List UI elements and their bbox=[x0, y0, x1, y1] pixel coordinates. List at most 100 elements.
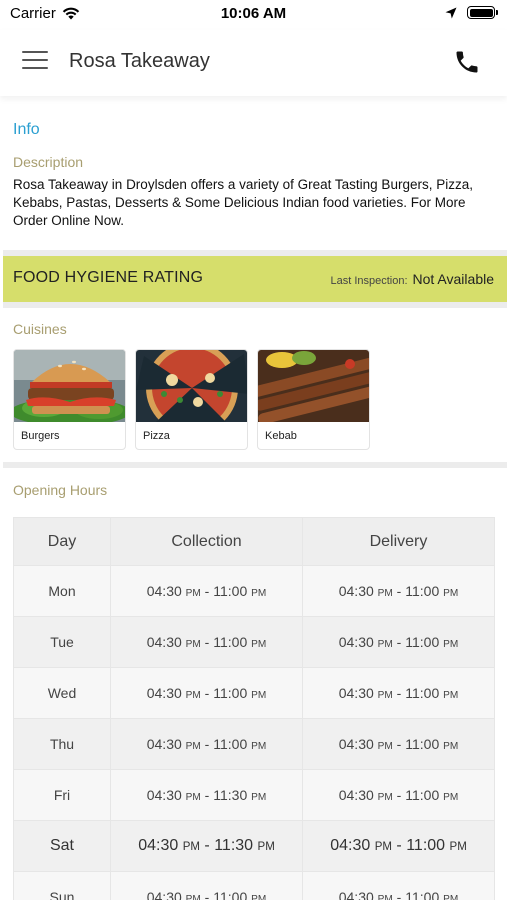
close-time: 11:30 bbox=[213, 787, 248, 803]
time-separator: - bbox=[200, 736, 214, 752]
table-header-row: Day Collection Delivery bbox=[13, 517, 495, 566]
collection-hours-cell: 04:30 PM - 11:30 PM bbox=[110, 769, 303, 821]
close-ampm: PM bbox=[251, 588, 267, 599]
table-row: Sat 04:30 PM - 11:30 PM 04:30 PM - 11:00 P… bbox=[13, 820, 495, 872]
open-time: 04:30 bbox=[338, 787, 374, 803]
time-separator: - bbox=[392, 634, 406, 650]
day-cell: Tue bbox=[13, 616, 111, 668]
open-ampm: PM bbox=[377, 690, 393, 701]
open-ampm: PM bbox=[377, 741, 393, 752]
open-ampm: PM bbox=[185, 792, 201, 803]
close-ampm: PM bbox=[443, 588, 459, 599]
close-ampm: PM bbox=[443, 792, 459, 803]
description-label: Description bbox=[13, 154, 84, 170]
open-time: 04:30 bbox=[338, 634, 374, 650]
open-time: 04:30 bbox=[146, 889, 182, 900]
time-separator: - bbox=[199, 837, 215, 854]
open-ampm: PM bbox=[185, 588, 201, 599]
opening-hours-label: Opening Hours bbox=[13, 482, 108, 498]
open-ampm: PM bbox=[185, 639, 201, 650]
open-ampm: PM bbox=[377, 588, 393, 599]
phone-icon[interactable] bbox=[453, 48, 481, 76]
section-divider bbox=[3, 462, 507, 468]
close-ampm: PM bbox=[443, 894, 459, 900]
open-ampm: PM bbox=[377, 894, 393, 900]
open-time: 04:30 bbox=[138, 837, 179, 854]
open-time: 04:30 bbox=[146, 787, 182, 803]
open-time: 04:30 bbox=[146, 736, 182, 752]
close-time: 11:00 bbox=[213, 685, 248, 701]
close-time: 11:00 bbox=[405, 787, 440, 803]
close-time: 11:00 bbox=[405, 736, 440, 752]
time-separator: - bbox=[200, 787, 214, 803]
battery-icon bbox=[467, 6, 498, 19]
cuisine-card-pizza[interactable]: Pizza bbox=[135, 349, 248, 450]
page-title: Rosa Takeaway bbox=[69, 50, 210, 72]
last-inspection-label: Last Inspection: bbox=[330, 275, 408, 287]
open-ampm: PM bbox=[185, 741, 201, 752]
cuisine-card-kebab[interactable]: Kebab bbox=[257, 349, 370, 450]
day-cell: Sat bbox=[13, 820, 111, 872]
open-ampm: PM bbox=[182, 841, 200, 853]
close-ampm: PM bbox=[251, 894, 267, 900]
kebab-image bbox=[258, 350, 369, 422]
opening-hours-table: Day Collection Delivery Mon 04:30 PM - 11… bbox=[13, 517, 495, 900]
hamburger-menu-icon[interactable] bbox=[22, 51, 48, 73]
time-separator: - bbox=[392, 889, 406, 900]
time-separator: - bbox=[200, 889, 214, 900]
last-inspection: Last Inspection: Not Available bbox=[330, 271, 494, 287]
table-row: Tue 04:30 PM - 11:00 PM 04:30 PM - 11:00 P… bbox=[13, 616, 495, 668]
collection-hours-cell: 04:30 PM - 11:00 PM bbox=[110, 718, 303, 770]
open-time: 04:30 bbox=[338, 583, 374, 599]
open-ampm: PM bbox=[185, 894, 201, 900]
collection-column-header: Collection bbox=[110, 517, 303, 566]
open-ampm: PM bbox=[377, 639, 393, 650]
cuisine-name: Kebab bbox=[265, 430, 297, 442]
table-row: Sun 04:30 PM - 11:00 PM 04:30 PM - 11:00 P… bbox=[13, 871, 495, 900]
cuisine-list: Burgers Pizza Kebab bbox=[13, 349, 370, 450]
close-time: 11:00 bbox=[405, 634, 440, 650]
time-separator: - bbox=[392, 583, 406, 599]
close-ampm: PM bbox=[443, 639, 459, 650]
cuisines-label: Cuisines bbox=[13, 321, 67, 337]
cuisine-name: Burgers bbox=[21, 430, 60, 442]
navigation-bar: Rosa Takeaway bbox=[0, 30, 507, 96]
close-ampm: PM bbox=[443, 741, 459, 752]
day-cell: Wed bbox=[13, 667, 111, 719]
close-ampm: PM bbox=[443, 690, 459, 701]
close-time: 11:00 bbox=[405, 583, 440, 599]
delivery-hours-cell: 04:30 PM - 11:00 PM bbox=[302, 616, 495, 668]
open-time: 04:30 bbox=[146, 634, 182, 650]
close-ampm: PM bbox=[257, 841, 275, 853]
table-row: Mon 04:30 PM - 11:00 PM 04:30 PM - 11:00 P… bbox=[13, 565, 495, 617]
close-time: 11:00 bbox=[406, 837, 446, 854]
burger-image bbox=[14, 350, 125, 422]
time-separator: - bbox=[200, 685, 214, 701]
close-ampm: PM bbox=[251, 792, 267, 803]
delivery-hours-cell: 04:30 PM - 11:00 PM bbox=[302, 718, 495, 770]
collection-hours-cell: 04:30 PM - 11:30 PM bbox=[110, 820, 303, 872]
open-time: 04:30 bbox=[330, 837, 371, 854]
status-indicators bbox=[445, 6, 498, 19]
close-time: 11:00 bbox=[213, 634, 248, 650]
close-time: 11:00 bbox=[405, 889, 440, 900]
open-time: 04:30 bbox=[338, 736, 374, 752]
status-bar: Carrier 10:06 AM bbox=[0, 0, 507, 30]
collection-hours-cell: 04:30 PM - 11:00 PM bbox=[110, 667, 303, 719]
open-ampm: PM bbox=[374, 841, 392, 853]
day-cell: Mon bbox=[13, 565, 111, 617]
open-ampm: PM bbox=[377, 792, 393, 803]
close-time: 11:00 bbox=[405, 685, 440, 701]
time-separator: - bbox=[200, 583, 214, 599]
last-inspection-value: Not Available bbox=[412, 271, 494, 287]
open-time: 04:30 bbox=[146, 583, 182, 599]
cuisine-card-burgers[interactable]: Burgers bbox=[13, 349, 126, 450]
day-cell: Thu bbox=[13, 718, 111, 770]
delivery-hours-cell: 04:30 PM - 11:00 PM bbox=[302, 769, 495, 821]
time-separator: - bbox=[391, 837, 407, 854]
collection-hours-cell: 04:30 PM - 11:00 PM bbox=[110, 565, 303, 617]
time-separator: - bbox=[392, 787, 406, 803]
delivery-hours-cell: 04:30 PM - 11:00 PM bbox=[302, 667, 495, 719]
time-separator: - bbox=[392, 685, 406, 701]
table-row: Fri 04:30 PM - 11:30 PM 04:30 PM - 11:00 P… bbox=[13, 769, 495, 821]
